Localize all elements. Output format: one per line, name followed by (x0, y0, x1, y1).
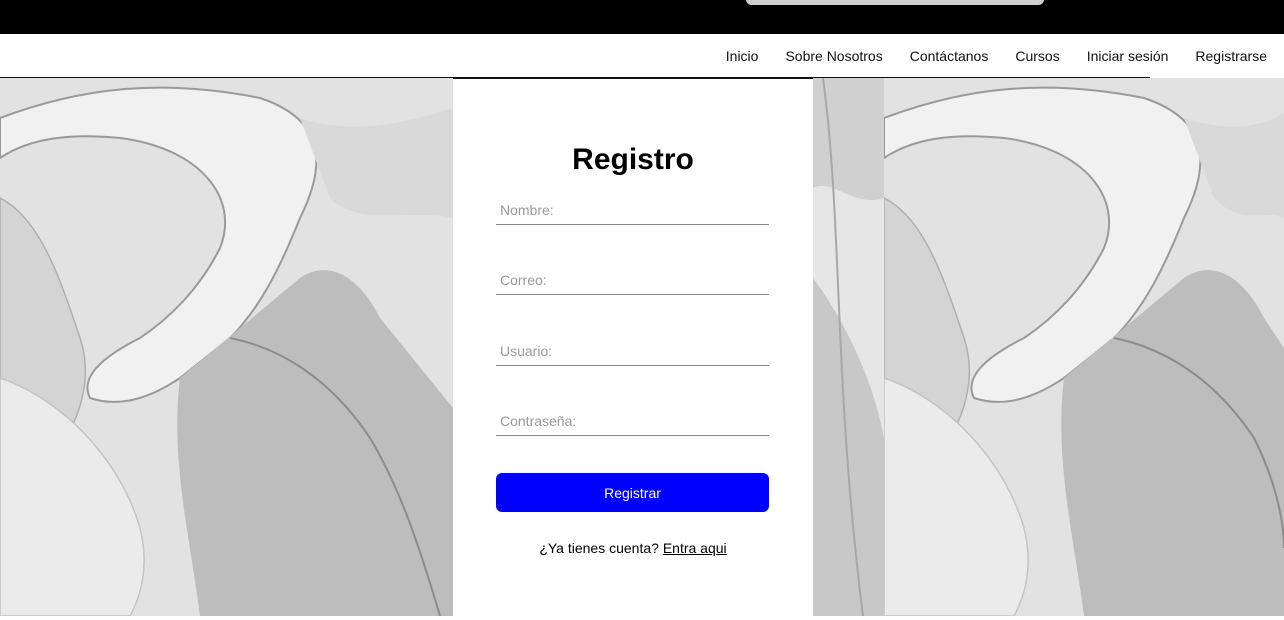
nav-link-iniciar-sesion[interactable]: Iniciar sesión (1073, 34, 1182, 78)
nav-link-registrarse[interactable]: Registrarse (1182, 34, 1284, 78)
email-field[interactable] (496, 265, 769, 295)
nav-link-contactanos[interactable]: Contáctanos (896, 34, 1002, 78)
login-link[interactable]: Entra aqui (663, 540, 727, 556)
address-pill (746, 0, 1044, 5)
nav-link-inicio[interactable]: Inicio (712, 34, 772, 78)
background-image-middle (813, 78, 884, 616)
nav-link-cursos[interactable]: Cursos (1002, 34, 1073, 78)
background-image-right (884, 78, 1284, 616)
register-button[interactable]: Registrar (496, 473, 769, 512)
nav-link-sobre-nosotros[interactable]: Sobre Nosotros (772, 34, 896, 78)
username-field[interactable] (496, 336, 769, 366)
browser-top-bar (0, 0, 1284, 34)
password-field[interactable] (496, 406, 769, 436)
login-prompt-text: ¿Ya tienes cuenta? (539, 540, 659, 556)
name-field[interactable] (496, 195, 769, 225)
register-title: Registro (572, 143, 694, 176)
background-image-left (0, 78, 453, 616)
login-prompt: ¿Ya tienes cuenta? Entra aqui (453, 540, 813, 556)
main-navbar: Inicio Sobre Nosotros Contáctanos Cursos… (0, 34, 1284, 79)
nav-links: Inicio Sobre Nosotros Contáctanos Cursos… (712, 34, 1284, 78)
